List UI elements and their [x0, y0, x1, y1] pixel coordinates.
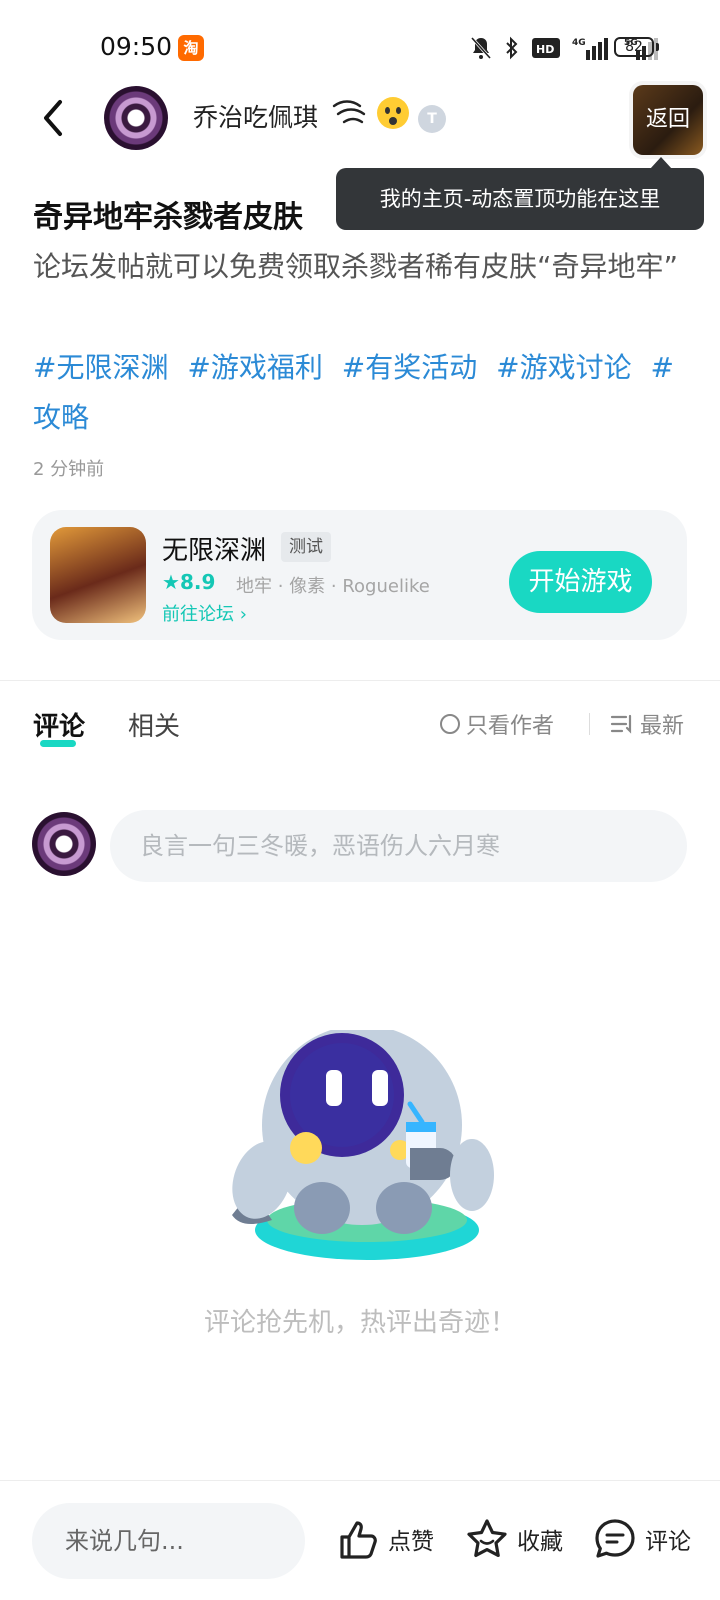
- status-time: 09:50: [100, 32, 173, 61]
- game-name[interactable]: 无限深渊: [162, 530, 266, 567]
- empty-comments-text: 评论抢先机，热评出奇迹！: [203, 1308, 516, 1338]
- star-icon: ★: [162, 570, 180, 594]
- post-body: 论坛发帖就可以免费领取杀戮者稀有皮肤“奇异地牢”: [33, 250, 679, 283]
- author-only-label: 只看作者: [466, 714, 555, 739]
- author-only-toggle[interactable]: 只看作者: [440, 708, 554, 740]
- pin-feature-tooltip[interactable]: 我的主页-动态置顶功能在这里: [336, 168, 704, 230]
- tab-related[interactable]: 相关: [128, 706, 180, 743]
- favorite-button[interactable]: 收藏: [465, 1517, 563, 1561]
- signal-4g-icon: 4G: [572, 38, 608, 60]
- post-title: 奇异地牢杀戮者皮肤: [33, 200, 303, 235]
- start-game-button[interactable]: 开始游戏: [509, 551, 652, 613]
- divider: [589, 713, 590, 735]
- like-button[interactable]: 点赞: [336, 1517, 434, 1561]
- tag-link[interactable]: #有奖活动: [342, 351, 477, 384]
- favorite-label: 收藏: [517, 1529, 563, 1555]
- taobao-app-icon: 淘: [178, 35, 204, 61]
- author-avatar[interactable]: [104, 86, 168, 150]
- go-to-forum-link[interactable]: 前往论坛 ›: [162, 600, 247, 626]
- game-test-badge: 测试: [281, 532, 331, 562]
- battery-icon: 82: [614, 37, 654, 57]
- battery-tip: [656, 43, 659, 51]
- return-button[interactable]: 返回: [633, 85, 703, 155]
- tab-active-indicator: [40, 740, 76, 747]
- svg-text:4G: 4G: [572, 38, 586, 48]
- robot-mascot-illustration: [232, 1030, 494, 1260]
- star-outline-icon: [467, 1519, 507, 1557]
- comment-label: 评论: [645, 1529, 691, 1555]
- my-avatar: [32, 812, 96, 876]
- wave-emoji-icon: [332, 100, 366, 124]
- quick-comment-input[interactable]: 来说几句...: [32, 1503, 305, 1579]
- radio-icon: [440, 714, 460, 734]
- game-icon[interactable]: [50, 527, 146, 623]
- section-divider: [0, 680, 720, 681]
- sort-label: 最新: [640, 714, 685, 739]
- hd-icon: HD: [532, 38, 560, 58]
- post-tags: #无限深渊 #游戏福利 #有奖活动 #游戏讨论 #攻略: [33, 343, 693, 443]
- svg-text:HD: HD: [536, 43, 554, 56]
- tag-link[interactable]: #无限深渊: [33, 351, 168, 384]
- tag-link[interactable]: #游戏福利: [187, 351, 322, 384]
- title-badge: T: [418, 105, 446, 133]
- comment-input[interactable]: [110, 810, 687, 882]
- bluetooth-icon: [506, 36, 518, 60]
- back-arrow-icon[interactable]: [36, 96, 72, 140]
- tab-comments[interactable]: 评论: [33, 706, 85, 743]
- tag-link[interactable]: #游戏讨论: [496, 351, 631, 384]
- game-rating-value: 8.9: [179, 570, 216, 594]
- mute-bell-icon: [470, 36, 492, 60]
- chevron-right-icon: ›: [239, 604, 247, 625]
- game-rating: ★8.9: [162, 570, 215, 594]
- like-label: 点赞: [388, 1529, 434, 1555]
- screaming-face-emoji-icon: [377, 97, 409, 129]
- author-username[interactable]: 乔治吃佩琪: [193, 98, 318, 134]
- post-timestamp: 2 分钟前: [33, 459, 105, 480]
- game-genres: 地牢 · 像素 · Roguelike: [236, 576, 430, 597]
- forum-link-label: 前往论坛: [162, 604, 234, 625]
- sort-icon: [610, 714, 632, 734]
- comment-bubble-icon: [595, 1519, 635, 1558]
- comment-button[interactable]: 评论: [593, 1517, 691, 1561]
- sort-toggle[interactable]: 最新: [610, 708, 684, 740]
- thumbs-up-icon: [340, 1521, 377, 1559]
- bottom-divider: [0, 1480, 720, 1481]
